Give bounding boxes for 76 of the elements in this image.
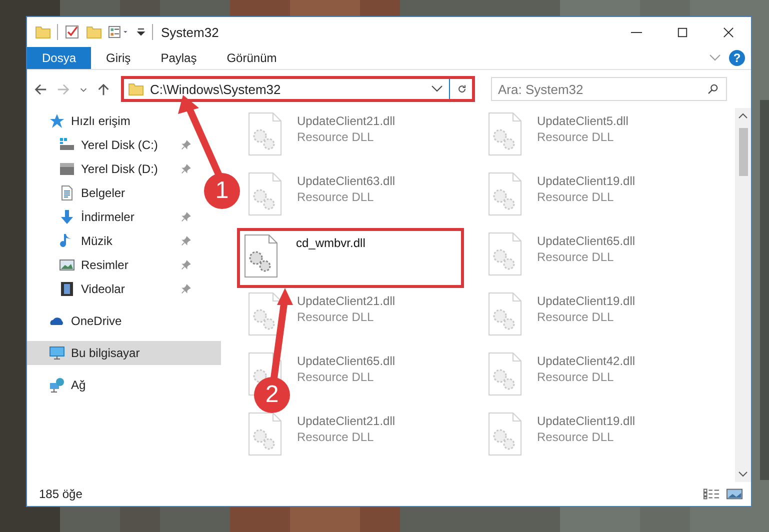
close-icon [722,26,734,38]
file-item[interactable]: UpdateClient5.dll Resource DLL [537,112,628,144]
file-item[interactable]: UpdateClient19.dll Resource DLL [537,292,636,324]
file-item[interactable]: UpdateClient21.dll Resource DLL [297,112,396,144]
pin-icon[interactable] [181,284,191,294]
dll-file-icon [487,292,523,336]
scrollbar[interactable] [735,108,751,482]
file-item[interactable]: UpdateClient19.dll Resource DLL [537,172,636,204]
dll-file-icon [487,112,523,156]
pin-icon[interactable] [181,164,191,174]
folder-icon [128,81,144,97]
sidebar-item[interactable]: Yerel Disk (C:) [27,133,195,157]
scroll-down-icon[interactable] [738,471,748,477]
tiles-view-icon[interactable] [726,488,743,500]
dll-file-icon [247,172,283,216]
file-item[interactable]: UpdateClient21.dll Resource DLL [297,292,396,324]
file-item[interactable]: UpdateClient63.dll Resource DLL [297,172,396,204]
download-icon [59,209,75,225]
sidebar-item[interactable]: Yerel Disk (D:) [27,157,195,181]
search-icon[interactable] [707,83,719,95]
up-icon[interactable] [96,82,111,96]
sidebar-item[interactable]: OneDrive [27,309,221,333]
details-view-icon[interactable] [703,488,720,500]
pin-icon[interactable] [181,140,191,150]
search-field[interactable]: Ara: System32 [491,77,727,101]
address-bar[interactable]: C:\Windows\System32 [121,76,475,102]
help-button[interactable]: ? [729,50,745,66]
dll-file-icon [247,292,283,336]
ribbon-tab[interactable]: Paylaş [146,47,212,69]
pin-icon[interactable] [181,236,191,246]
dll-file-icon [487,352,523,396]
dll-file-icon [247,112,283,156]
sidebar-item[interactable]: Bu bilgisayar [27,341,221,365]
minimize-icon [630,30,642,34]
film-icon [59,281,75,297]
item-count: 185 öğe [39,487,82,501]
ribbon-tab[interactable]: Görünüm [212,47,292,69]
maximize-icon [676,26,688,38]
chevron-icon[interactable] [709,54,721,62]
sidebar-item[interactable]: Ağ [27,373,221,397]
monitor-icon [49,345,65,361]
dll-file-icon [247,412,283,456]
properties-icon[interactable] [108,24,130,40]
file-item[interactable]: UpdateClient65.dll Resource DLL [537,232,636,264]
pin-icon[interactable] [181,212,191,222]
sidebar-item[interactable]: İndirmeler [27,205,195,229]
network-icon [49,377,65,393]
scroll-up-icon[interactable] [738,113,748,119]
sidebar-item[interactable]: Belgeler [27,181,195,205]
document-icon [59,185,75,201]
file-item[interactable]: UpdateClient42.dll Resource DLL [537,352,636,384]
sidebar-item[interactable]: Hızlı erişim [27,109,221,133]
dll-file-icon [487,232,523,276]
sidebar-item[interactable]: Videolar [27,277,195,301]
sidebar-item[interactable]: Resimler [27,253,195,277]
sidebar-item[interactable]: Müzik [27,229,195,253]
dll-file-icon [487,412,523,456]
dll-file-icon [243,234,279,278]
ribbon-tab[interactable]: Giriş [91,47,146,69]
drive-icon [59,137,75,153]
file-item[interactable]: cd_wmbvr.dll [293,234,366,250]
refresh-icon[interactable] [456,83,468,95]
file-item[interactable]: UpdateClient19.dll Resource DLL [537,412,636,444]
pin-icon[interactable] [181,260,191,270]
dll-file-icon [487,172,523,216]
ribbon-tab[interactable]: Dosya [27,47,92,69]
back-icon[interactable] [33,82,48,96]
forward-icon [56,82,71,96]
file-item[interactable]: UpdateClient21.dll Resource DLL [297,412,396,444]
file-item[interactable]: UpdateClient65.dll Resource DLL [297,352,396,384]
star-icon [49,113,65,129]
scroll-thumb[interactable] [738,128,748,176]
window-title: System32 [161,24,219,40]
checkbox-icon[interactable] [64,24,80,40]
drive-icon [59,161,75,177]
image-icon [59,257,75,273]
